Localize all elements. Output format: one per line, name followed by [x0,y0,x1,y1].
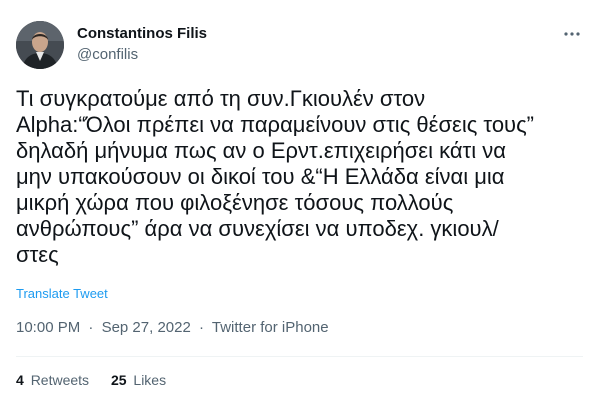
tweet-stats: 4 Retweets 25 Likes [16,372,184,388]
avatar[interactable] [16,21,64,69]
tweet-text-line: μικρή χώρα που φιλοξένησε τόσους πολλούς [16,190,454,215]
tweet-time[interactable]: 10:00 PM [16,319,80,336]
author-handle[interactable]: @confilis [77,46,138,63]
tweet-text: Τι συγκρατούμε από τη συν.Γκιουλέν στον … [16,86,584,268]
retweets-label: Retweets [30,372,90,388]
meta-separator: · [88,319,94,336]
tweet-text-line: ανθρώπους” άρα να συνεχίσει να υποδεχ. γ… [16,216,499,241]
tweet-text-line: στες [16,242,59,267]
tweet-card: Constantinos Filis @confilis Τι συγκρατο… [0,0,593,403]
translate-tweet-link[interactable]: Translate Tweet [16,286,108,301]
likes-count: 25 [110,372,127,388]
more-horizontal-icon [564,32,580,36]
profile-photo-icon [16,21,64,69]
divider [16,356,583,357]
retweets-stat[interactable]: 4 Retweets [16,372,89,388]
tweet-text-line: Τι συγκρατούμε από τη συν.Γκιουλέν στον [16,86,426,111]
tweet-source[interactable]: Twitter for iPhone [212,319,329,336]
author-name[interactable]: Constantinos Filis [77,25,207,42]
more-options-button[interactable] [561,24,583,44]
likes-stat[interactable]: 25 Likes [111,372,166,388]
retweets-count: 4 [16,372,24,388]
meta-separator: · [198,319,204,336]
tweet-text-line: δηλαδή μήνυμα πως αν ο Ερντ.επιχειρήσει … [16,138,506,163]
tweet-date[interactable]: Sep 27, 2022 [102,319,191,336]
tweet-text-line: Alpha:“Όλοι πρέπει να παραμείνουν στις θ… [16,112,535,137]
tweet-meta: 10:00 PM · Sep 27, 2022 · Twitter for iP… [16,319,329,336]
likes-label: Likes [133,372,167,388]
tweet-text-line: μην υπακούσουν οι δικοί του &“Η Ελλάδα ε… [16,164,505,189]
